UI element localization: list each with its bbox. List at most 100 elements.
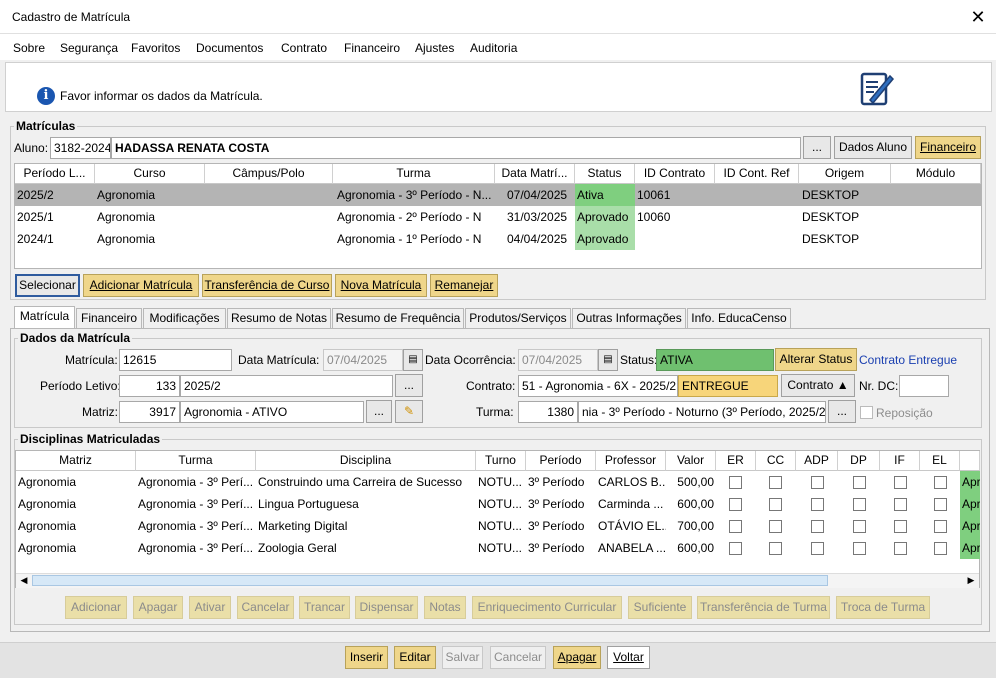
- if-checkbox[interactable]: [894, 520, 907, 533]
- col-status[interactable]: Status: [575, 164, 635, 184]
- if-checkbox[interactable]: [894, 542, 907, 555]
- enriquecimento-curricular-button[interactable]: Enriquecimento Curricular: [472, 596, 622, 619]
- apagar-footer-button[interactable]: Apagar: [553, 646, 601, 669]
- data-matricula-field[interactable]: 07/04/2025: [323, 349, 403, 371]
- contrato-entregue-link[interactable]: Contrato Entregue: [859, 353, 957, 367]
- el-checkbox[interactable]: [934, 542, 947, 555]
- dp-checkbox[interactable]: [853, 520, 866, 533]
- if-checkbox[interactable]: [894, 498, 907, 511]
- dp-checkbox[interactable]: [853, 542, 866, 555]
- menu-sobre[interactable]: Sobre: [13, 41, 45, 55]
- col-turno[interactable]: Turno: [476, 451, 526, 471]
- col-valor[interactable]: Valor: [666, 451, 716, 471]
- turma-id-field[interactable]: 1380: [518, 401, 578, 423]
- transferencia-curso-button[interactable]: Transferência de Curso: [202, 274, 332, 297]
- dp-checkbox[interactable]: [853, 476, 866, 489]
- tab-matricula[interactable]: Matrícula: [14, 306, 75, 329]
- cc-checkbox[interactable]: [769, 476, 782, 489]
- voltar-button[interactable]: Voltar: [607, 646, 650, 669]
- adp-checkbox[interactable]: [811, 520, 824, 533]
- trancar-button[interactable]: Trancar: [299, 596, 350, 619]
- menu-auditoria[interactable]: Auditoria: [470, 41, 517, 55]
- col-matriz[interactable]: Matriz: [16, 451, 136, 471]
- col-er[interactable]: ER: [716, 451, 756, 471]
- scrollbar-thumb[interactable]: [32, 575, 828, 586]
- cc-checkbox[interactable]: [769, 498, 782, 511]
- contrato-status-field[interactable]: ENTREGUE: [678, 375, 778, 397]
- matriz-search-button[interactable]: ...: [366, 400, 392, 423]
- periodo-field[interactable]: 2025/2: [180, 375, 393, 397]
- nr-dc-field[interactable]: [899, 375, 949, 397]
- ativar-button[interactable]: Ativar: [189, 596, 231, 619]
- menu-favoritos[interactable]: Favoritos: [131, 41, 180, 55]
- menu-financeiro[interactable]: Financeiro: [344, 41, 400, 55]
- er-checkbox[interactable]: [729, 520, 742, 533]
- col-professor[interactable]: Professor: [596, 451, 666, 471]
- tab-resumo-notas[interactable]: Resumo de Notas: [227, 308, 331, 329]
- periodo-id-field[interactable]: 133: [119, 375, 180, 397]
- contrato-field[interactable]: 51 - Agronomia - 6X - 2025/2: [518, 375, 678, 397]
- status-field[interactable]: ATIVA: [656, 349, 774, 371]
- el-checkbox[interactable]: [934, 498, 947, 511]
- col-periodo[interactable]: Período L...: [15, 164, 95, 184]
- notas-button[interactable]: Notas: [424, 596, 466, 619]
- turma-search-button[interactable]: ...: [828, 400, 856, 423]
- col-data[interactable]: Data Matrí...: [495, 164, 575, 184]
- matriz-field[interactable]: Agronomia - ATIVO: [180, 401, 364, 423]
- col-el[interactable]: EL: [920, 451, 960, 471]
- nova-matricula-button[interactable]: Nova Matrícula: [335, 274, 427, 297]
- cancelar-footer-button[interactable]: Cancelar: [490, 646, 546, 669]
- adp-checkbox[interactable]: [811, 542, 824, 555]
- tab-info-educacenso[interactable]: Info. EducaCenso: [687, 308, 791, 329]
- troca-turma-button[interactable]: Troca de Turma: [836, 596, 930, 619]
- data-ocorrencia-field[interactable]: 07/04/2025: [518, 349, 598, 371]
- adicionar-button[interactable]: Adicionar: [65, 596, 127, 619]
- er-checkbox[interactable]: [729, 498, 742, 511]
- calendar-icon[interactable]: ▤: [403, 349, 423, 371]
- col-turma[interactable]: Turma: [136, 451, 256, 471]
- selecionar-button[interactable]: Selecionar: [15, 274, 80, 297]
- contrato-dropdown-button[interactable]: Contrato ▲: [781, 374, 855, 397]
- er-checkbox[interactable]: [729, 476, 742, 489]
- turma-field[interactable]: nia - 3º Período - Noturno (3º Período, …: [578, 401, 826, 423]
- menu-contrato[interactable]: Contrato: [281, 41, 327, 55]
- col-turma[interactable]: Turma: [333, 164, 495, 184]
- dispensar-button[interactable]: Dispensar: [355, 596, 418, 619]
- scroll-right-icon[interactable]: ▶: [965, 574, 977, 587]
- financeiro-button[interactable]: Financeiro: [915, 136, 981, 159]
- cancelar-button[interactable]: Cancelar: [237, 596, 294, 619]
- cc-checkbox[interactable]: [769, 542, 782, 555]
- dados-aluno-button[interactable]: Dados Aluno: [834, 136, 912, 159]
- matricula-field[interactable]: 12615: [119, 349, 232, 371]
- menu-seguranca[interactable]: Segurança: [60, 41, 118, 55]
- aluno-id-field[interactable]: 3182-2024: [50, 137, 111, 159]
- el-checkbox[interactable]: [934, 476, 947, 489]
- suficiente-button[interactable]: Suficiente: [628, 596, 692, 619]
- inserir-button[interactable]: Inserir: [345, 646, 388, 669]
- col-disciplina[interactable]: Disciplina: [256, 451, 476, 471]
- tab-modificacoes[interactable]: Modificações: [143, 308, 226, 329]
- col-campus[interactable]: Câmpus/Polo: [205, 164, 333, 184]
- alterar-status-button[interactable]: Alterar Status: [775, 348, 857, 371]
- tab-produtos-servicos[interactable]: Produtos/Serviços: [465, 308, 571, 329]
- col-id-cont-ref[interactable]: ID Cont. Ref: [715, 164, 799, 184]
- el-checkbox[interactable]: [934, 520, 947, 533]
- col-status[interactable]: [960, 451, 980, 471]
- adicionar-matricula-button[interactable]: Adicionar Matrícula: [83, 274, 199, 297]
- menu-documentos[interactable]: Documentos: [196, 41, 263, 55]
- close-icon[interactable]: ✕: [966, 5, 990, 29]
- tab-outras-informacoes[interactable]: Outras Informações: [572, 308, 686, 329]
- col-if[interactable]: IF: [880, 451, 920, 471]
- cc-checkbox[interactable]: [769, 520, 782, 533]
- reposicao-checkbox[interactable]: [860, 406, 873, 419]
- pencil-icon[interactable]: ✎: [395, 400, 423, 423]
- remanejar-button[interactable]: Remanejar: [430, 274, 498, 297]
- col-id-contrato[interactable]: ID Contrato: [635, 164, 715, 184]
- er-checkbox[interactable]: [729, 542, 742, 555]
- aluno-search-button[interactable]: ...: [803, 136, 831, 159]
- col-cc[interactable]: CC: [756, 451, 796, 471]
- menu-ajustes[interactable]: Ajustes: [415, 41, 454, 55]
- dp-checkbox[interactable]: [853, 498, 866, 511]
- col-curso[interactable]: Curso: [95, 164, 205, 184]
- col-dp[interactable]: DP: [838, 451, 880, 471]
